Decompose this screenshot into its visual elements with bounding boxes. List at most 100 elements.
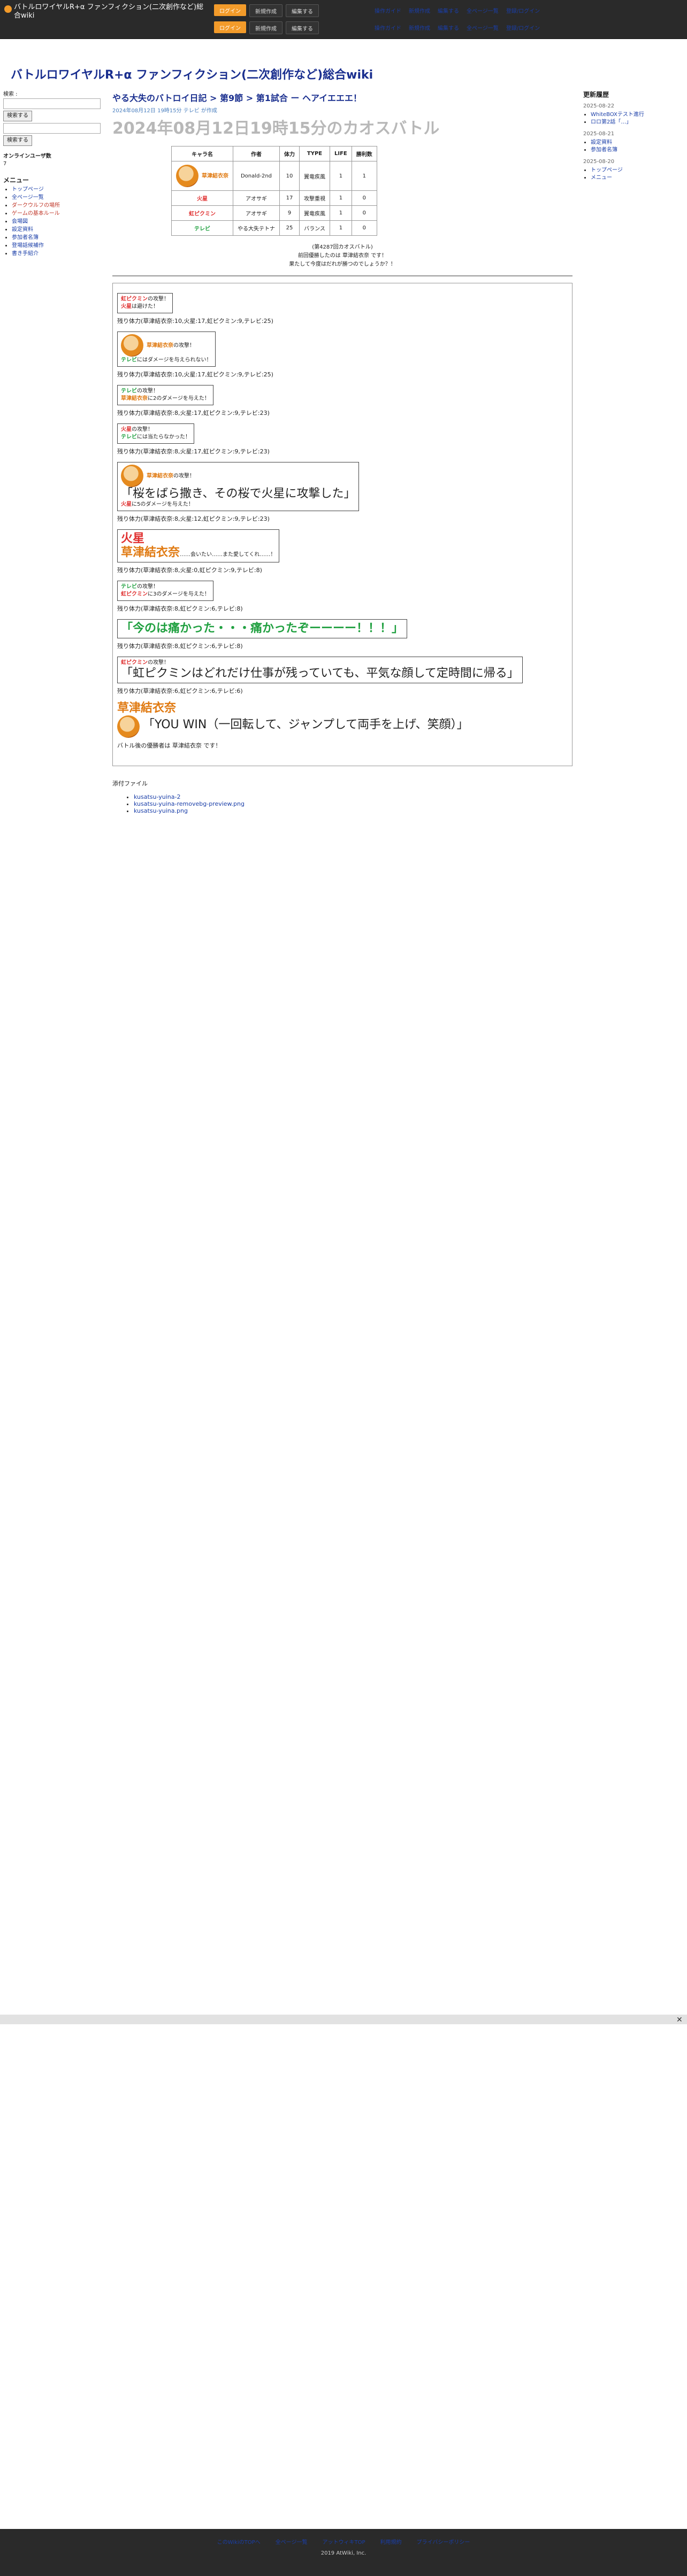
change-date: 2025-08-20: [583, 159, 615, 165]
attack-log: 草津結衣奈の攻撃！ テレビにはダメージを与えられない！: [117, 331, 216, 367]
files-label: 添付ファイル: [112, 780, 148, 787]
main-content: やる大失のバトロイ日記 > 第9節 > 第1試合 ー ヘアイエエエ！ 2024年…: [112, 91, 572, 820]
battle-intro: (第4287回カオスバトル) 前回優勝したのは 草津結衣奈 です！ 果たして今度…: [289, 244, 396, 267]
menu-item: 全ページ一覧: [12, 194, 105, 202]
recent-changes-title: 更新履歴: [583, 91, 609, 98]
hp-status: 残り体力(草津結衣奈:8,火星:17,虹ピクミン:9,テレビ:23): [117, 448, 270, 455]
header-buttons-2: ログイン 新規作成 編集する: [214, 21, 319, 34]
edit-button[interactable]: 編集する: [286, 4, 319, 17]
menu-item: 会場図: [12, 218, 105, 226]
login-button-2[interactable]: ログイン: [214, 21, 246, 33]
winner-block: 草津結衣奈 「YOU WIN（一回転して、ジャンプして両手を上げ、笑顔）」: [117, 701, 568, 738]
file-link[interactable]: kusatsu-yuina-2: [134, 793, 180, 800]
attack-log: 「今のは痛かった・・・痛かったぞーーーー！！！」: [117, 619, 408, 638]
hp-status: 残り体力(草津結衣奈:10,火星:17,虹ピクミン:9,テレビ:25): [117, 318, 273, 325]
login-button[interactable]: ログイン: [214, 4, 246, 16]
search-input-2[interactable]: [3, 123, 101, 134]
header-buttons: ログイン 新規作成 編集する: [214, 4, 319, 17]
footer-link[interactable]: このWikiのTOPへ: [217, 2538, 261, 2546]
right-sidebar: 更新履歴 2025-08-22 WhiteBOXテスト進行 ロロ第2話「…」 2…: [583, 91, 685, 183]
menu-item: ゲームの基本ルール: [12, 210, 105, 218]
menu-item: 書き手紹介: [12, 250, 105, 258]
character-table: キャラ名 作者 体力 TYPE LIFE 勝利数 草津結衣奈 Donald-2nd 10…: [171, 146, 377, 236]
hp-status: 残り体力(草津結衣奈:8,火星:12,虹ピクミン:9,テレビ:23): [117, 515, 270, 522]
footer-link[interactable]: プライバシーポリシー: [417, 2538, 470, 2546]
nav-login-2[interactable]: 登録/ログイン: [506, 24, 540, 32]
battle-round: 草津結衣奈の攻撃！ 「桜をばら撒き、その桜で火星に攻撃した」 火星に5のダメージ…: [117, 462, 568, 523]
end-note: バトル後の優勝者は 草津結衣奈 です！: [117, 742, 222, 749]
nav-edit-2[interactable]: 編集する: [438, 24, 459, 32]
menu-item: トップページ: [12, 186, 105, 194]
search-button[interactable]: 検索する: [3, 111, 32, 121]
footer: このWikiのTOPへ 全ページ一覧 アットウィキTOP 利用規約 プライバシー…: [0, 2529, 687, 2576]
change-link[interactable]: WhiteBOXテスト進行: [591, 112, 644, 118]
battle-round: 火星 草津結衣奈……会いたい……また愛してくれ……！ 残り体力(草津結衣奈:8,火…: [117, 529, 568, 574]
nav-new-2[interactable]: 新規作成: [409, 24, 430, 32]
new-page-button[interactable]: 新規作成: [249, 4, 283, 17]
nav-new[interactable]: 新規作成: [409, 6, 430, 14]
copyright: 2019 AtWiki, Inc.: [320, 2550, 367, 2556]
battle-round: 虹ピクミンの攻撃！ 「虹ピクミンはどれだけ仕事が残っていても、平気な顔して定時間に…: [117, 657, 568, 695]
hp-status: 残り体力(草津結衣奈:8,火星:0,虹ピクミン:9,テレビ:8): [117, 567, 262, 574]
avatar: [121, 334, 143, 357]
battle-round: テレビの攻撃！ 虹ピクミンに3のダメージを与えた！ 残り体力(草津結衣奈:8,虹ピ…: [117, 581, 568, 613]
nav-guide[interactable]: 操作ガイド: [375, 6, 401, 14]
nav-all-pages[interactable]: 全ページ一覧: [467, 6, 499, 14]
search-label: 検索 :: [3, 91, 18, 97]
menu-list: トップページ 全ページ一覧 ダークウルフの場所 ゲームの基本ルール 会場図 設定…: [3, 186, 105, 258]
battle-round: 虹ピクミンの攻撃！ 火星は避けた！ 残り体力(草津結衣奈:10,火星:17,虹ピク…: [117, 293, 568, 325]
nav-login[interactable]: 登録/ログイン: [506, 6, 540, 14]
online-label: オンラインユーザ数: [3, 153, 51, 159]
file-link[interactable]: kusatsu-yuina-removebg-preview.png: [134, 800, 245, 807]
battle-log: 虹ピクミンの攻撃！ 火星は避けた！ 残り体力(草津結衣奈:10,火星:17,虹ピク…: [112, 283, 572, 766]
file-link[interactable]: kusatsu-yuina.png: [134, 807, 188, 814]
table-row: 火星 アオサギ 17 攻撃重視 10: [171, 190, 377, 206]
hp-status: 残り体力(草津結衣奈:8,火星:17,虹ピクミン:9,テレビ:23): [117, 410, 270, 417]
breadcrumb[interactable]: やる大失のバトロイ日記 > 第9節 > 第1試合 ー ヘアイエエエ！: [112, 91, 572, 104]
attack-log: テレビの攻撃！ 草津結衣奈に2のダメージを与えた！: [117, 385, 213, 405]
nav-all-pages-2[interactable]: 全ページ一覧: [467, 24, 499, 32]
wiki-title[interactable]: バトルロワイヤルR+α ファンフィクション(二次創作など)総合wiki: [11, 65, 373, 82]
change-link[interactable]: 設定資料: [591, 140, 612, 145]
footer-link[interactable]: 全ページ一覧: [276, 2538, 308, 2546]
change-link[interactable]: ロロ第2話「…」: [591, 119, 631, 125]
close-icon[interactable]: ✕: [676, 2016, 683, 2024]
footer-link[interactable]: 利用規約: [380, 2538, 402, 2546]
edit-button-2[interactable]: 編集する: [286, 21, 319, 34]
search-button-2[interactable]: 検索する: [3, 135, 32, 146]
online-count: 7: [3, 161, 7, 167]
attack-log: 火星の攻撃！ テレビには当たらなかった！: [117, 423, 194, 444]
divider: [112, 275, 572, 276]
menu-item: ダークウルフの場所: [12, 202, 105, 210]
search-input[interactable]: [3, 98, 101, 109]
ad-overlay: [0, 2015, 687, 2024]
change-date: 2025-08-22: [583, 103, 615, 109]
change-date: 2025-08-21: [583, 131, 615, 137]
battle-round: 火星の攻撃！ テレビには当たらなかった！ 残り体力(草津結衣奈:8,火星:17,虹…: [117, 423, 568, 456]
page-heading: 2024年08月12日19時15分のカオスバトル: [112, 119, 440, 138]
top-bar: バトルロワイヤルR+α ファンフィクション(二次創作など)総合wiki ログイン…: [0, 0, 687, 39]
attack-log: 虹ピクミンの攻撃！ 火星は避けた！: [117, 293, 173, 313]
winner-name: 草津結衣奈: [117, 701, 177, 715]
footer-link[interactable]: アットウィキTOP: [323, 2538, 365, 2546]
hp-status: 残り体力(草津結衣奈:10,火星:17,虹ピクミン:9,テレビ:25): [117, 371, 273, 378]
hp-status: 残り体力(草津結衣奈:6,虹ピクミン:6,テレビ:6): [117, 688, 243, 695]
attack-log: 草津結衣奈の攻撃！ 「桜をばら撒き、その桜で火星に攻撃した」 火星に5のダメージ…: [117, 462, 360, 511]
site-name[interactable]: バトルロワイヤルR+α ファンフィクション(二次創作など)総合wiki: [14, 3, 207, 20]
avatar: [117, 715, 140, 738]
table-row: テレビ やる大失テトナ 25 バランス 10: [171, 220, 377, 236]
change-link[interactable]: トップページ: [591, 167, 623, 173]
battle-round: 草津結衣奈の攻撃！ テレビにはダメージを与えられない！ 残り体力(草津結衣奈:10…: [117, 331, 568, 379]
attack-log: 虹ピクミンの攻撃！ 「虹ピクミンはどれだけ仕事が残っていても、平気な顔して定時間に…: [117, 657, 523, 683]
wiki-logo-icon: [4, 5, 12, 13]
title-band: バトルロワイヤルR+α ファンフィクション(二次創作など)総合wiki: [0, 58, 687, 89]
nav-edit[interactable]: 編集する: [438, 6, 459, 14]
table-row: 草津結衣奈 Donald-2nd 10 翼竜疾風 1 1: [171, 161, 377, 191]
hp-status: 残り体力(草津結衣奈:8,虹ピクミン:6,テレビ:8): [117, 605, 243, 612]
change-link[interactable]: 参加者名簿: [591, 147, 617, 153]
header-nav: 操作ガイド 新規作成 編集する 全ページ一覧 登録/ログイン: [375, 6, 540, 14]
menu-item: 設定資料: [12, 226, 105, 234]
nav-guide-2[interactable]: 操作ガイド: [375, 24, 401, 32]
change-link[interactable]: メニュー: [591, 175, 612, 181]
new-page-button-2[interactable]: 新規作成: [249, 21, 283, 34]
